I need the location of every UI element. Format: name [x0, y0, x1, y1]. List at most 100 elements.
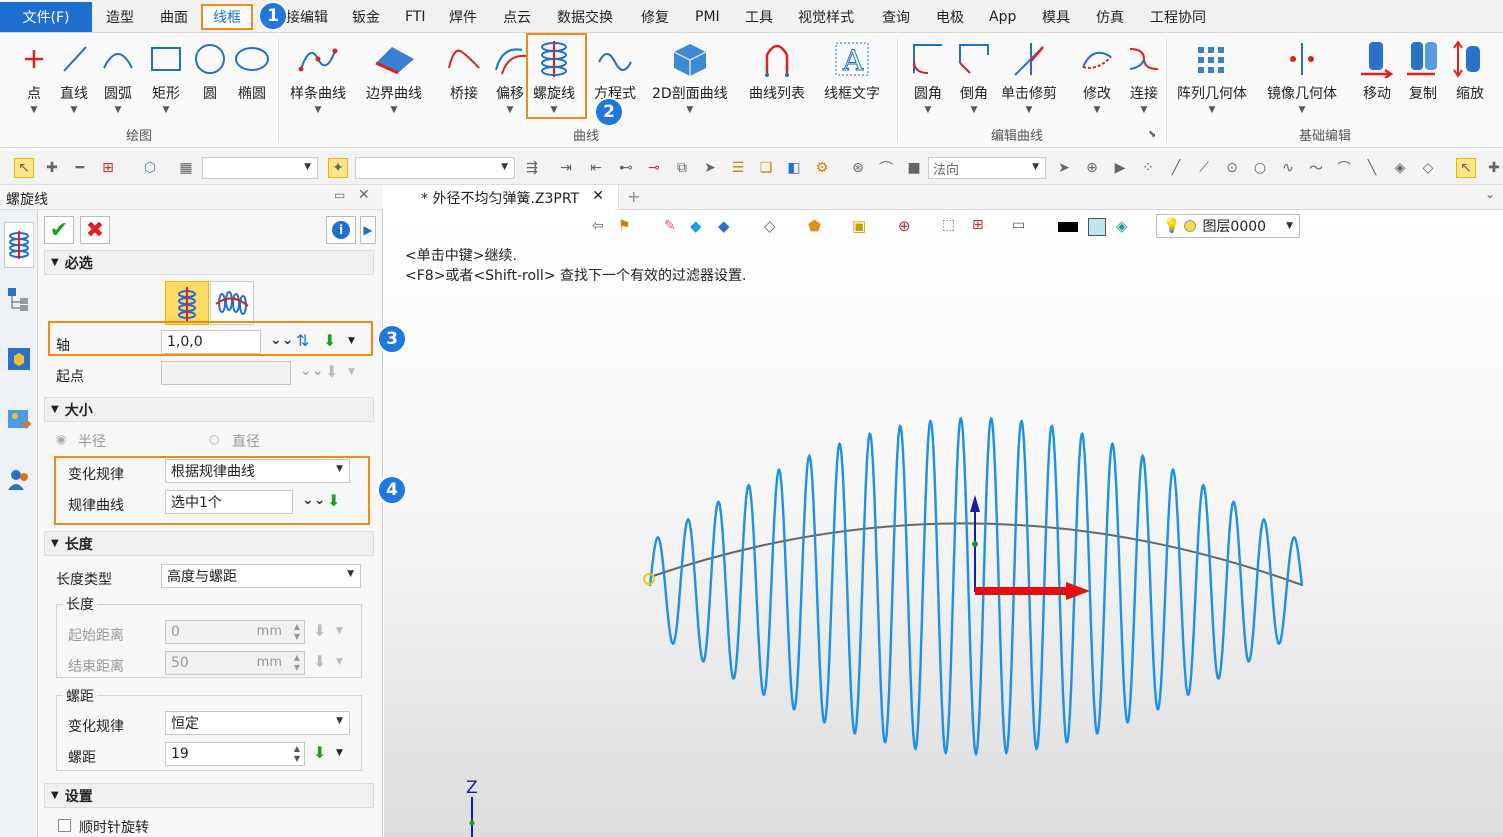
- tool-icon[interactable]: ⇥: [556, 158, 576, 178]
- menu-electrode[interactable]: 电极: [936, 4, 964, 30]
- menu-app[interactable]: App: [989, 4, 1016, 30]
- required-section-header[interactable]: ▼ 必选: [44, 250, 374, 275]
- close-icon[interactable]: ✕: [358, 187, 370, 203]
- cancel-button[interactable]: ✖: [80, 216, 110, 244]
- spinner-icon[interactable]: ▲ ▼: [294, 653, 300, 673]
- boundary-curve-tool[interactable]: 边界曲线 ▼: [366, 37, 422, 127]
- double-chevron-icon[interactable]: ⌄⌄: [302, 492, 325, 508]
- lasso-icon[interactable]: ⬡: [140, 158, 160, 178]
- image-library-icon[interactable]: [4, 404, 34, 434]
- expand-arrow-icon[interactable]: ▶: [360, 216, 376, 244]
- view-manager-icon[interactable]: [4, 344, 34, 374]
- line-snap-icon[interactable]: ╲: [1362, 158, 1382, 178]
- download-icon[interactable]: ⬇: [325, 362, 338, 381]
- modify-tool[interactable]: 修改 ▼: [1075, 37, 1119, 127]
- close-icon[interactable]: ✕: [592, 188, 604, 204]
- helix-panel-icon[interactable]: [4, 222, 34, 268]
- double-chevron-icon[interactable]: ⌄⌄: [270, 332, 293, 348]
- copy-tool[interactable]: 复制: [1401, 37, 1445, 127]
- 3d-viewport[interactable]: ⇦ ⚑ ✎ ◆ ◆ ◇ ⬟ ▣ ⊕ ⬚ ⊞ ▭ ◈ 💡 图层0000 ▼ <单击…: [384, 210, 1503, 837]
- spline-tool[interactable]: 样条曲线 ▼: [290, 37, 346, 127]
- helix-tool[interactable]: 螺旋线 ▼: [532, 37, 576, 127]
- menu-pmi[interactable]: PMI: [695, 4, 720, 30]
- chamfer-tool[interactable]: 倒角 ▼: [952, 37, 996, 127]
- pick-combo[interactable]: ▼: [355, 157, 515, 179]
- remove-icon[interactable]: ━: [70, 158, 90, 178]
- download-icon[interactable]: ⬇: [313, 743, 326, 762]
- face-snap-icon[interactable]: ◇: [1418, 158, 1438, 178]
- target-icon[interactable]: ⊕: [1082, 158, 1102, 178]
- document-tab[interactable]: * 外径不均匀弹簧.Z3PRT ✕: [383, 185, 619, 210]
- diameter-radio[interactable]: ○: [209, 432, 219, 446]
- point-tool[interactable]: 点 ▼: [12, 37, 56, 127]
- gear-icon[interactable]: ⚙: [812, 158, 832, 178]
- size-section-header[interactable]: ▼ 大小: [44, 397, 374, 422]
- tool-icon[interactable]: ⊸: [644, 158, 664, 178]
- box-select-icon[interactable]: ⊞: [98, 158, 118, 178]
- pick-icon[interactable]: ✦: [328, 158, 348, 178]
- pattern-tool[interactable]: 阵列几何体 ▼: [1177, 37, 1247, 127]
- menu-data-exchange[interactable]: 数据交换: [557, 4, 613, 30]
- move-tool[interactable]: 移动: [1355, 37, 1399, 127]
- chevron-down-icon[interactable]: ▼: [348, 336, 355, 346]
- length-type-select[interactable]: 高度与螺距 ▼: [161, 564, 361, 588]
- pitch-rule-select[interactable]: 恒定 ▼: [165, 711, 350, 735]
- radius-radio[interactable]: ◉: [56, 432, 66, 446]
- menu-tools[interactable]: 工具: [745, 4, 773, 30]
- fillet-tool[interactable]: 圆角 ▼: [906, 37, 950, 127]
- curve-list-tool[interactable]: 曲线列表: [749, 37, 805, 127]
- tool-icon[interactable]: ⊷: [616, 158, 636, 178]
- start-point-marker[interactable]: [643, 573, 655, 585]
- box-icon[interactable]: ◧: [784, 158, 804, 178]
- end-distance-input[interactable]: 50 mm ▲ ▼: [165, 651, 305, 675]
- menu-fti[interactable]: FTI: [405, 4, 426, 30]
- menu-direct-edit[interactable]: 接编辑: [286, 4, 328, 30]
- snap-icon[interactable]: ⌒: [876, 158, 896, 178]
- pages-icon[interactable]: ❏: [756, 158, 776, 178]
- direction-combo[interactable]: 法向 ▼: [928, 157, 1046, 179]
- menu-sheet-metal[interactable]: 钣金: [352, 4, 380, 30]
- ok-button[interactable]: ✔: [44, 216, 74, 244]
- list-icon[interactable]: ☰: [728, 158, 748, 178]
- menu-collaboration[interactable]: 工程协同: [1150, 4, 1206, 30]
- section-curve-tool[interactable]: 2D剖面曲线 ▼: [652, 37, 728, 127]
- menu-weldment[interactable]: 焊件: [449, 4, 477, 30]
- dots-icon[interactable]: ⁘: [1138, 158, 1158, 178]
- download-icon[interactable]: ⬇: [323, 331, 336, 350]
- menu-wireframe[interactable]: 线框: [201, 4, 253, 30]
- info-button[interactable]: i: [326, 216, 356, 244]
- menu-inquire[interactable]: 查询: [882, 4, 910, 30]
- clockwise-checkbox[interactable]: [58, 819, 71, 832]
- pitch-input[interactable]: 19 ▲ ▼: [165, 742, 305, 766]
- settings-section-header[interactable]: ▼ 设置: [44, 783, 374, 808]
- circle-snap-icon[interactable]: ○: [1250, 158, 1270, 178]
- double-chevron-icon[interactable]: ⌄⌄: [300, 363, 323, 379]
- circle-tool[interactable]: 圆: [188, 37, 232, 127]
- helix-type-axis-button[interactable]: [165, 281, 209, 325]
- size-rule-select[interactable]: 根据规律曲线 ▼: [165, 459, 350, 483]
- menu-point-cloud[interactable]: 点云: [503, 4, 531, 30]
- cursor-icon[interactable]: ➤: [1054, 158, 1074, 178]
- wave-snap-icon[interactable]: 〜: [1306, 158, 1326, 178]
- download-icon[interactable]: ⬇: [327, 491, 340, 510]
- start-point-input[interactable]: [161, 361, 291, 385]
- spinner-icon[interactable]: ▲ ▼: [294, 622, 300, 642]
- chevron-down-icon[interactable]: ▼: [336, 657, 343, 667]
- wave-snap-icon[interactable]: ∿: [1278, 158, 1298, 178]
- tool-icon[interactable]: ⇤: [586, 158, 606, 178]
- bridge-tool[interactable]: 桥接: [442, 37, 486, 127]
- reverse-axis-icon[interactable]: ⇅: [296, 331, 309, 350]
- stop-icon[interactable]: ■: [904, 158, 924, 178]
- start-distance-input[interactable]: 0 mm ▲ ▼: [165, 620, 305, 644]
- circle-snap-icon[interactable]: ⊙: [1222, 158, 1242, 178]
- add-tab-icon[interactable]: +: [627, 187, 640, 206]
- spinner-icon[interactable]: ▲ ▼: [294, 744, 300, 764]
- mirror-tool[interactable]: 镜像几何体 ▼: [1267, 37, 1337, 127]
- chevron-down-icon[interactable]: ▼: [336, 748, 343, 758]
- add-icon[interactable]: ✚: [42, 158, 62, 178]
- filter-combo[interactable]: ▼: [202, 157, 318, 179]
- add-icon[interactable]: ✚: [1484, 158, 1503, 178]
- filter-icon[interactable]: ▦: [176, 158, 196, 178]
- ellipse-tool[interactable]: 椭圆: [230, 37, 274, 127]
- axis-input[interactable]: 1,0,0: [161, 330, 261, 354]
